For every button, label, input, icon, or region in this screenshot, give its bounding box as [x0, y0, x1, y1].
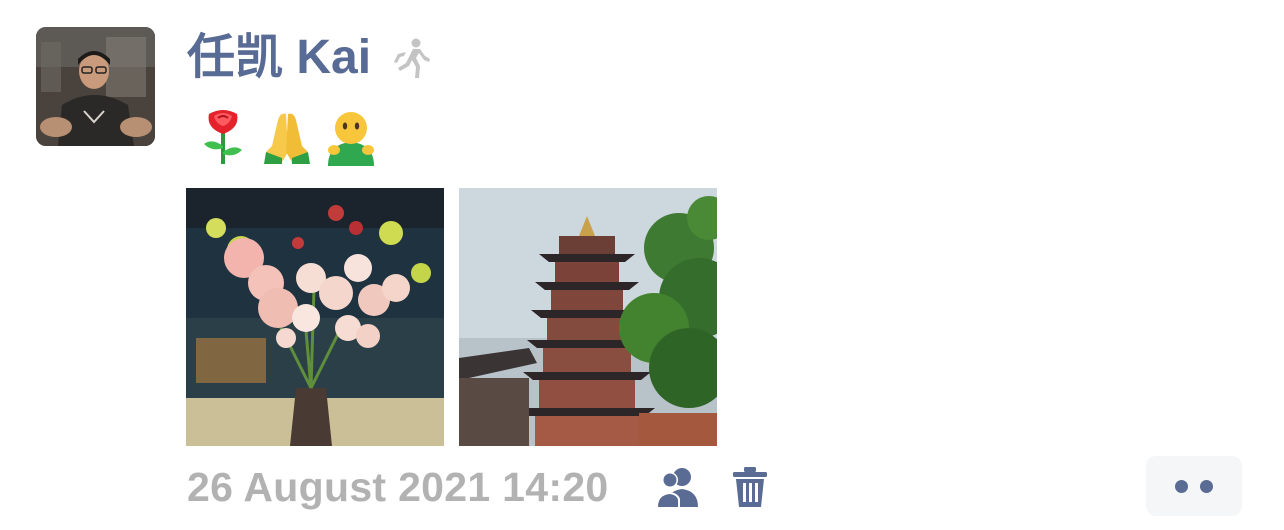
post-timestamp: 26 August 2021 14:20: [187, 464, 609, 510]
post-text: [196, 106, 378, 168]
moment-post: 任凯 Kai 26 August 2021 14:20: [0, 0, 1284, 530]
author-avatar[interactable]: [36, 27, 155, 146]
author-name[interactable]: 任凯 Kai: [187, 30, 371, 86]
trash-icon[interactable]: [731, 465, 769, 509]
more-dots-icon: [1200, 480, 1213, 493]
post-photo-pagoda[interactable]: [459, 188, 717, 446]
folded-hands-emoji: [264, 113, 310, 164]
more-dots-icon: [1175, 480, 1188, 493]
smiling-person-emoji: [328, 112, 374, 166]
post-photo-flowers[interactable]: [186, 188, 444, 446]
walking-person-icon: [388, 36, 434, 82]
rose-emoji: [204, 110, 242, 164]
more-options-button[interactable]: [1146, 456, 1242, 516]
people-icon[interactable]: [652, 465, 702, 509]
